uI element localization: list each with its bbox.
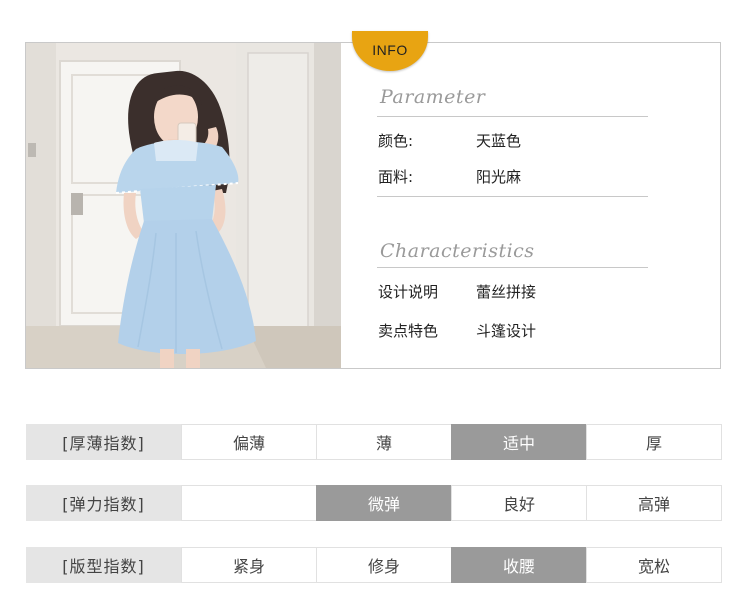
design-label: 设计说明	[378, 283, 439, 301]
thickness-option-3: 厚	[586, 424, 722, 460]
fit-index-title: [版型指数]	[26, 547, 181, 583]
elasticity-option-1-selected: 微弹	[316, 485, 452, 521]
thickness-option-2-selected: 适中	[451, 424, 587, 460]
thickness-index-row: [厚薄指数] 偏薄 薄 适中 厚	[26, 424, 722, 460]
color-label: 颜色:	[378, 132, 414, 150]
info-tab-label: INFO	[372, 42, 408, 58]
thickness-index-title: [厚薄指数]	[26, 424, 181, 460]
characteristics-heading: Characteristics	[380, 240, 535, 262]
fit-option-2-selected: 收腰	[451, 547, 587, 583]
elasticity-option-3: 高弹	[586, 485, 722, 521]
fit-option-0: 紧身	[181, 547, 317, 583]
thickness-option-0: 偏薄	[181, 424, 317, 460]
selling-point-value: 斗篷设计	[476, 322, 537, 340]
parameter-heading: Parameter	[380, 86, 486, 108]
model-image	[26, 43, 341, 368]
color-value: 天蓝色	[476, 132, 522, 150]
thickness-option-1: 薄	[316, 424, 452, 460]
elasticity-index-row: [弹力指数] 微弹 良好 高弹	[26, 485, 722, 521]
fabric-value: 阳光麻	[476, 168, 522, 186]
fit-index-row: [版型指数] 紧身 修身 收腰 宽松	[26, 547, 722, 583]
parameter-divider	[377, 116, 648, 117]
design-value: 蕾丝拼接	[476, 283, 537, 301]
elasticity-index-title: [弹力指数]	[26, 485, 181, 521]
fit-option-3: 宽松	[586, 547, 722, 583]
fit-option-1: 修身	[316, 547, 452, 583]
elasticity-option-2: 良好	[451, 485, 587, 521]
product-photo	[26, 43, 341, 368]
fabric-label: 面料:	[378, 168, 414, 186]
selling-point-label: 卖点特色	[378, 322, 439, 340]
characteristics-divider	[377, 267, 648, 268]
elasticity-option-0	[181, 485, 317, 521]
parameter-bottom-divider	[377, 196, 648, 197]
